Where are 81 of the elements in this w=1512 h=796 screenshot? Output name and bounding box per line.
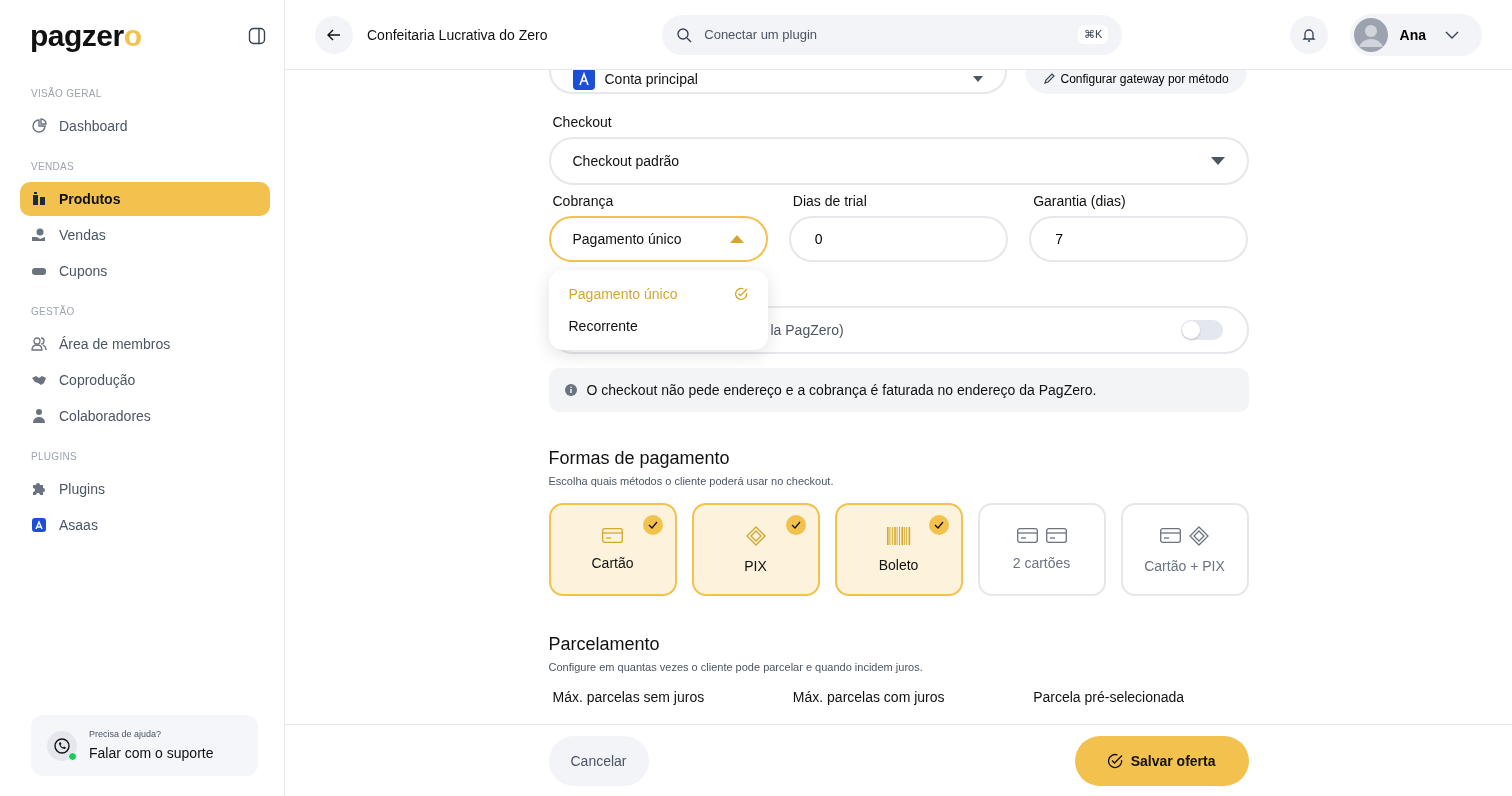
avatar-icon (1353, 17, 1388, 52)
payment-method-card[interactable]: PIX (691, 503, 820, 596)
warranty-days-field[interactable]: 7 (1029, 216, 1249, 262)
sidebar-item[interactable]: Plugins (20, 472, 270, 506)
card-icon (1045, 528, 1067, 543)
field-label: Cobrança (552, 193, 615, 209)
pencil-icon (1042, 73, 1055, 85)
check-badge-icon (642, 515, 663, 535)
payment-method-card[interactable]: Cartão (548, 503, 677, 596)
barcode-icon (886, 526, 911, 545)
payment-method-card[interactable]: Cartão + PIX (1120, 503, 1249, 596)
caret-down-icon (1210, 157, 1225, 165)
billing-select[interactable]: Pagamento único (548, 216, 768, 262)
section-heading: VISÃO GERAL (30, 88, 103, 99)
section-subtitle: Escolha quais métodos o cliente poderá usar no checkout. (548, 475, 835, 487)
search-field[interactable]: Conectar um plugin ⌘K (662, 14, 1123, 55)
app-logo-icon (31, 517, 47, 533)
bell-icon (1300, 26, 1317, 43)
sidebar-item[interactable]: Produtos (20, 182, 270, 216)
field-label: Parcela pré-selecionada (1033, 689, 1186, 705)
user-menu-button[interactable]: Ana (1349, 13, 1482, 56)
diamond-icon (1189, 525, 1209, 546)
notifications-button[interactable] (1289, 15, 1328, 54)
shortcut-key: ⌘K (1077, 25, 1109, 44)
card-icon (602, 528, 623, 543)
check-circle-icon (1106, 752, 1123, 769)
pagzero-logo: pagzero (30, 21, 142, 51)
info-icon (564, 384, 577, 396)
field-label: Máx. parcelas com juros (792, 689, 946, 705)
panel-icon (248, 27, 266, 45)
puzzle-icon (31, 481, 47, 497)
users-icon (31, 336, 47, 352)
search-input[interactable]: Conectar um plugin (702, 26, 1068, 43)
trial-days-field[interactable]: 0 (788, 216, 1009, 262)
caret-down-icon (972, 76, 983, 82)
section-title: Formas de pagamento (548, 448, 731, 469)
dropdown-option[interactable]: Recorrente (556, 310, 760, 342)
card-icon (1016, 528, 1038, 543)
pie-chart-icon (31, 118, 47, 134)
check-badge-icon (928, 515, 949, 535)
sidebar-item[interactable]: Cupons (20, 254, 270, 288)
payment-method-card[interactable]: Boleto (834, 503, 963, 596)
check-circle-icon (733, 287, 748, 301)
search-icon (676, 26, 693, 43)
section-subtitle: Configure em quantas vezes o cliente pode parcelar e quando incidem juros. (548, 661, 924, 673)
check-badge-icon (785, 515, 806, 535)
sidebar-item[interactable]: Asaas (20, 508, 270, 542)
sidebar-item[interactable]: Colaboradores (20, 399, 270, 433)
support-link[interactable]: Falar com o suporte (89, 745, 214, 761)
account-select[interactable]: Conta principal (548, 70, 1007, 94)
back-button[interactable] (315, 15, 353, 54)
boxes-icon (31, 191, 47, 207)
section-title: Parcelamento (548, 634, 661, 655)
caret-up-icon (729, 235, 744, 243)
field-label: Máx. parcelas sem juros (552, 689, 706, 705)
page-title: Confeitaria Lucrativa do Zero (367, 26, 548, 43)
person-icon (31, 408, 47, 424)
sidebar-item[interactable]: Coprodução (20, 363, 270, 397)
help-caption: Precisa de ajuda? (89, 729, 163, 739)
cancel-button[interactable]: Cancelar (548, 735, 649, 786)
online-dot (68, 751, 77, 761)
checkout-select[interactable]: Checkout padrão (548, 137, 1249, 185)
info-text: O checkout não pede endereço e a cobrança é faturada no endereço da PagZero. (586, 382, 1097, 398)
section-heading: VENDAS (30, 161, 75, 172)
payment-method-card[interactable]: 2 cartões (977, 503, 1106, 596)
gateway-button[interactable]: Configurar gateway por método (1024, 70, 1247, 94)
field-label: Dias de trial (792, 193, 868, 209)
diamond-icon (745, 525, 766, 546)
field-label: Checkout (552, 114, 613, 130)
save-button[interactable]: Salvar oferta (1074, 735, 1249, 786)
sidebar-item[interactable]: Vendas (20, 218, 270, 252)
card-icon (1160, 528, 1181, 543)
toggle-switch[interactable] (1180, 320, 1223, 340)
sidebar-item[interactable]: Dashboard (20, 109, 270, 143)
chat-icon (53, 736, 71, 755)
toggle-label: la PagZero) (770, 322, 844, 338)
field-label: Garantia (dias) (1033, 193, 1127, 209)
section-heading: PLUGINS (30, 451, 78, 462)
section-heading: GESTÃO (30, 306, 76, 317)
hand-coin-icon (31, 227, 47, 243)
sidebar-item[interactable]: Área de membros (20, 327, 270, 361)
